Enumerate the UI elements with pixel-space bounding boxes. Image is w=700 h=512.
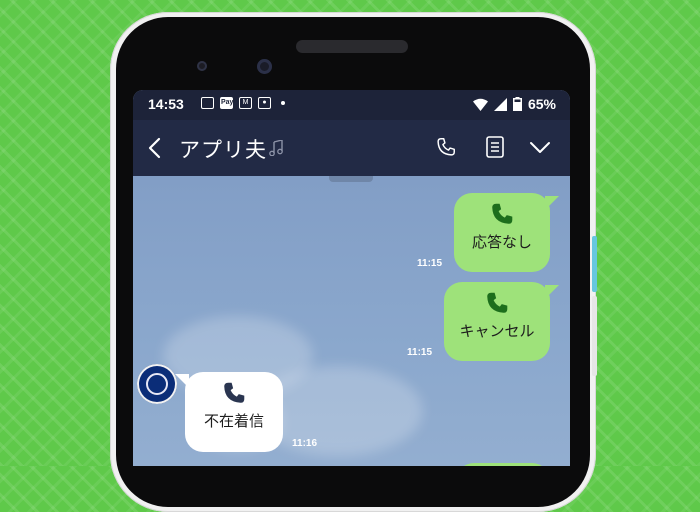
message-label: 不在着信 xyxy=(203,413,264,430)
phone-screen: 14:53 Pay M ● 65% アプリ夫 応答なし 11:15 キャンセル … xyxy=(133,90,570,466)
power-button xyxy=(592,236,597,292)
wifi-icon xyxy=(472,98,488,111)
avatar[interactable] xyxy=(137,364,177,404)
notification-icons: Pay M ● xyxy=(201,97,285,109)
status-bar: 14:53 Pay M ● 65% xyxy=(133,90,570,120)
music-note-icon xyxy=(269,140,283,156)
chevron-left-icon[interactable] xyxy=(145,136,165,160)
message-time: 11:15 xyxy=(417,258,443,269)
signal-icon xyxy=(493,97,507,111)
message-time: 11:16 xyxy=(292,438,318,449)
pay-icon: Pay xyxy=(220,97,233,109)
gmail-icon: M xyxy=(239,97,252,109)
message-bubble-received[interactable]: 不在着信 xyxy=(185,372,283,452)
message-time: 11:15 xyxy=(407,347,433,358)
dot-icon xyxy=(281,101,285,105)
image-icon xyxy=(201,97,214,109)
message-label: 応答なし xyxy=(471,234,532,251)
phone-icon xyxy=(492,203,513,224)
front-camera xyxy=(257,59,272,74)
front-sensor xyxy=(197,61,207,71)
volume-button xyxy=(592,296,597,376)
message-bubble-sent[interactable]: キャンセル xyxy=(444,282,550,361)
system-status: 65% xyxy=(472,96,556,112)
chat-area[interactable]: 応答なし 11:15 キャンセル 11:15 不在着信 11:16 xyxy=(133,176,570,466)
chat-header: アプリ夫 xyxy=(133,120,570,176)
phone-icon[interactable] xyxy=(435,136,457,158)
screenshot-icon: ● xyxy=(258,97,271,109)
battery-percent: 65% xyxy=(527,96,556,112)
memo-icon[interactable] xyxy=(485,136,505,158)
chevron-down-icon[interactable] xyxy=(529,138,551,156)
club-crest-icon xyxy=(146,373,168,395)
message-bubble-sent[interactable]: 応答なし xyxy=(454,193,550,272)
earpiece-speaker xyxy=(296,40,408,53)
status-time: 14:53 xyxy=(148,96,184,112)
bubble-tail xyxy=(545,196,559,210)
phone-icon xyxy=(487,292,508,313)
battery-icon xyxy=(512,97,522,111)
phone-icon xyxy=(224,382,245,403)
bubble-tail xyxy=(175,374,189,388)
chat-title[interactable]: アプリ夫 xyxy=(179,134,267,164)
bubble-tail xyxy=(545,285,559,299)
message-label: キャンセル xyxy=(459,323,535,340)
scroll-nub xyxy=(329,176,373,182)
